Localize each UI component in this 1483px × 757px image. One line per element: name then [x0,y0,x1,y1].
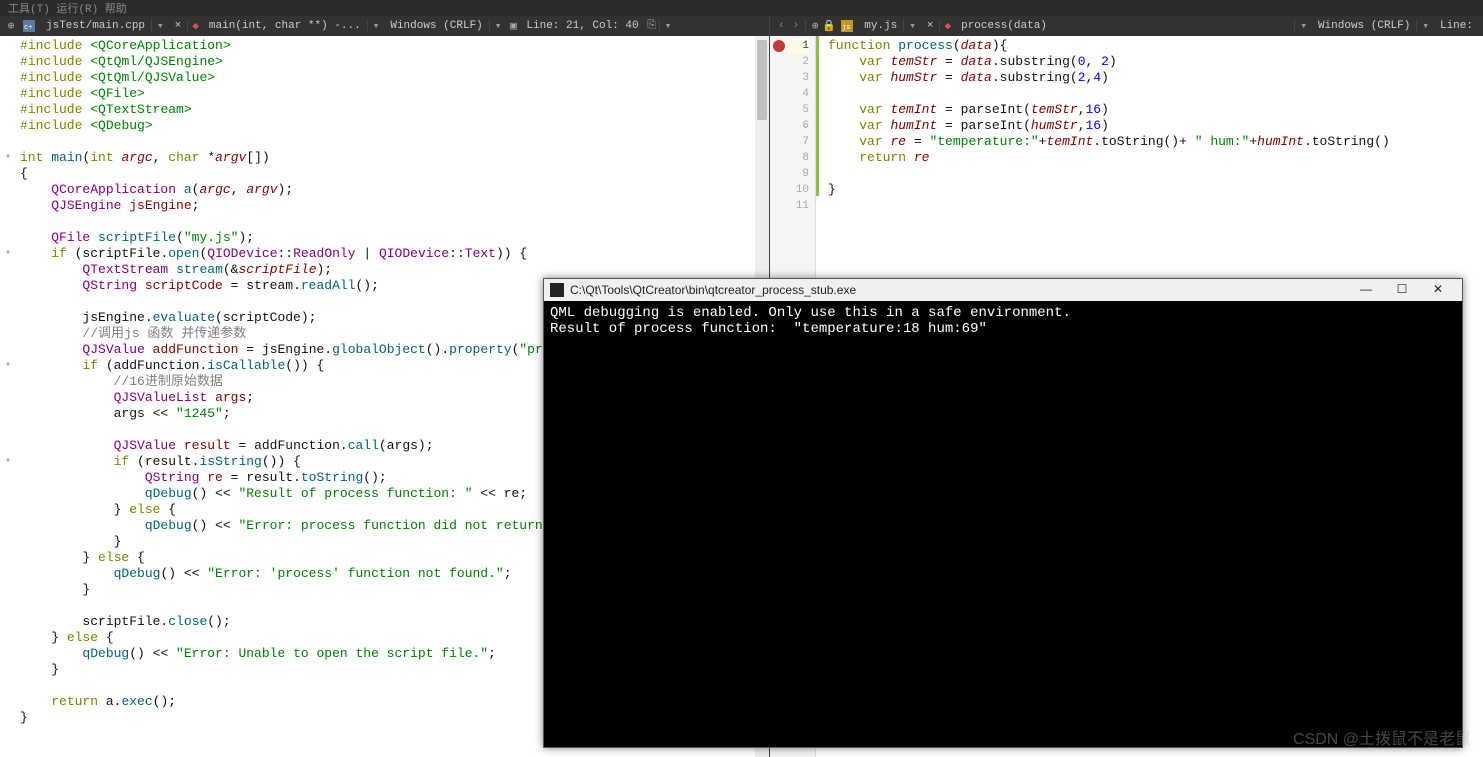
terminal-app-icon [550,283,564,297]
minimize-button[interactable]: — [1348,279,1384,301]
fold-gutter[interactable]: ▾ ▾ ▾ ▾ [0,36,16,757]
right-tab-bar: ‹ › ⊕ 🔒 js my.js ▾ × ◆ process(data) ▾ W… [770,16,1483,36]
tab-close-button[interactable]: × [921,20,941,32]
fold-marker-icon[interactable]: ▾ [0,358,16,374]
fold-marker-icon[interactable]: ▾ [0,246,16,262]
breakpoint-icon[interactable] [773,40,785,52]
svg-text:js: js [842,24,850,32]
terminal-window[interactable]: C:\Qt\Tools\QtCreator\bin\qtcreator_proc… [543,278,1463,748]
tab-close-button[interactable]: × [169,20,189,32]
fold-marker-icon[interactable]: ▾ [0,150,16,166]
cursor-position[interactable]: Line: [1434,20,1479,32]
symbol-icon: ◆ [940,19,955,33]
svg-text:c+: c+ [24,24,32,32]
terminal-output[interactable]: QML debugging is enabled. Only use this … [544,301,1462,341]
left-tab-bar: ⊕ c+ jsTest/main.cpp ▾ × ◆ main(int, cha… [0,16,769,36]
scrollbar-thumb[interactable] [757,40,767,120]
cpp-file-icon: c+ [22,19,36,33]
breadcrumb[interactable]: process(data) [955,20,1053,32]
bookmark-icon[interactable]: ▣ [506,19,520,33]
right-file-name[interactable]: my.js [858,20,903,32]
cursor-position[interactable]: Line: 21, Col: 40 [520,20,644,32]
nav-back-icon[interactable]: ‹ [774,20,789,32]
lock-icon[interactable]: 🔒 [822,19,836,33]
maximize-button[interactable]: ☐ [1384,279,1420,301]
encoding-dropdown-icon[interactable]: ▾ [1416,19,1434,33]
menu-bar[interactable]: 工具(T) 运行(R) 帮助 [0,0,1483,16]
file-dropdown-icon[interactable]: ▾ [903,19,921,33]
pin-icon[interactable]: ⊕ [4,19,18,33]
terminal-titlebar[interactable]: C:\Qt\Tools\QtCreator\bin\qtcreator_proc… [544,279,1462,301]
file-dropdown-icon[interactable]: ▾ [151,19,169,33]
close-button[interactable]: ✕ [1420,279,1456,301]
watermark: CSDN @土拨鼠不是老鼠 [1293,725,1471,749]
js-file-icon: js [840,19,854,33]
breadcrumb-dropdown-icon[interactable]: ▾ [1294,19,1312,33]
fold-marker-icon[interactable]: ▾ [0,454,16,470]
split-dropdown-icon[interactable]: ▾ [659,19,677,33]
breadcrumb-dropdown-icon[interactable]: ▾ [367,19,385,33]
terminal-title: C:\Qt\Tools\QtCreator\bin\qtcreator_proc… [570,283,856,297]
encoding-label[interactable]: Windows (CRLF) [1312,20,1416,32]
encoding-dropdown-icon[interactable]: ▾ [489,19,507,33]
left-file-name[interactable]: jsTest/main.cpp [40,20,151,32]
split-icon[interactable]: ⎘ [645,20,659,32]
encoding-label[interactable]: Windows (CRLF) [384,20,488,32]
symbol-icon: ◆ [188,19,203,33]
pin-icon[interactable]: ⊕ [808,19,822,33]
nav-forward-icon[interactable]: › [789,20,804,32]
breadcrumb[interactable]: main(int, char **) -... [203,20,367,32]
